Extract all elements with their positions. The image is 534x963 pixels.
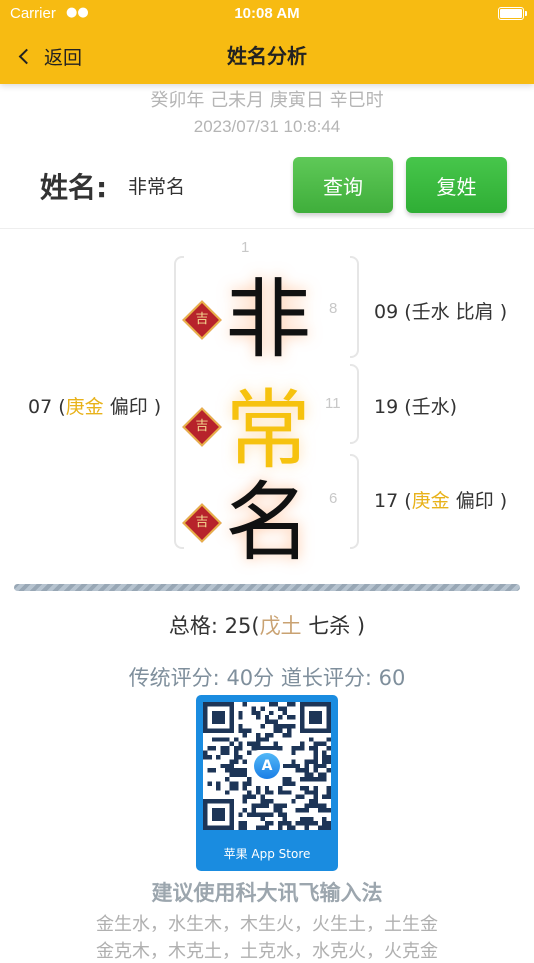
battery-icon xyxy=(498,7,527,20)
divider xyxy=(0,228,534,229)
total-element: 戊土 xyxy=(259,614,302,638)
lucky-badge: 吉 xyxy=(182,300,222,340)
generating-cycle-text: 金生水，水生木，木生火，火生土，土生金 xyxy=(96,914,438,935)
grid-number: 17 ( xyxy=(374,490,412,512)
name-label: 姓名: xyxy=(40,171,108,204)
datetime: 2023/07/31 10:8:44 xyxy=(193,117,341,136)
name-input[interactable] xyxy=(128,170,278,200)
grid-number: 07 ( xyxy=(28,396,66,418)
lucky-label: 吉 xyxy=(195,515,209,530)
total-god: 七杀 ) xyxy=(301,614,366,638)
ganzhi-date: 癸卯年 己未月 庚寅日 辛巳时 xyxy=(150,90,384,111)
name-char: 名 xyxy=(225,473,311,573)
grid-number: 19 (壬水) xyxy=(374,396,458,418)
app-store-qr-card[interactable]: A 苹果 App Store xyxy=(196,695,338,871)
grid-element: 庚金 xyxy=(411,490,450,512)
page-title: 姓名分析 xyxy=(227,44,307,68)
query-button[interactable]: 查询 xyxy=(293,157,393,213)
heaven-grid-note: 09 (壬水 比肩 ) xyxy=(374,297,507,324)
grid-god: 偏印 ) xyxy=(103,396,162,418)
grid-number: 09 (壬水 比肩 ) xyxy=(374,301,508,323)
outer-grid-note: 07 (庚金 偏印 ) xyxy=(28,392,161,419)
navigation-bar: Carrier ●● 10:08 AM 返回 姓名分析 xyxy=(0,0,534,84)
lucky-label: 吉 xyxy=(195,312,209,327)
person-grid-note: 19 (壬水) xyxy=(374,392,457,419)
score-summary: 传统评分: 40分 道长评分: 60 xyxy=(128,666,406,690)
lucky-label: 吉 xyxy=(195,419,209,434)
lucky-badge: 吉 xyxy=(182,407,222,447)
status-bar: Carrier ●● 10:08 AM xyxy=(0,4,534,24)
right-bracket xyxy=(350,364,359,444)
compound-surname-button[interactable]: 复姓 xyxy=(406,157,507,213)
input-method-suggestion: 建议使用科大讯飞输入法 xyxy=(151,881,383,905)
top-stroke-number: 1 xyxy=(241,239,250,256)
qr-caption: 苹果 App Store xyxy=(223,847,311,861)
earth-grid-note: 17 (庚金 偏印 ) xyxy=(374,486,507,513)
section-separator xyxy=(14,584,520,591)
grid-god: 偏印 ) xyxy=(449,490,508,512)
grid-element: 庚金 xyxy=(65,396,104,418)
status-time: 10:08 AM xyxy=(234,5,300,22)
stroke-number: 6 xyxy=(329,490,338,507)
app-store-icon: A xyxy=(251,750,283,782)
stroke-number: 8 xyxy=(329,300,338,317)
lucky-badge: 吉 xyxy=(182,503,222,543)
total-grid: 总格: 25(戊土 七杀 ) xyxy=(0,610,534,640)
stroke-number: 11 xyxy=(325,395,341,412)
left-bracket xyxy=(174,256,184,549)
right-bracket xyxy=(350,454,359,549)
name-char: 常 xyxy=(225,381,311,481)
overcoming-cycle-text: 金克木，木克土，土克水，水克火，火克金 xyxy=(96,941,438,962)
total-number: 总格: 25( xyxy=(168,614,260,638)
name-char: 非 xyxy=(225,270,311,370)
right-bracket xyxy=(350,256,359,358)
